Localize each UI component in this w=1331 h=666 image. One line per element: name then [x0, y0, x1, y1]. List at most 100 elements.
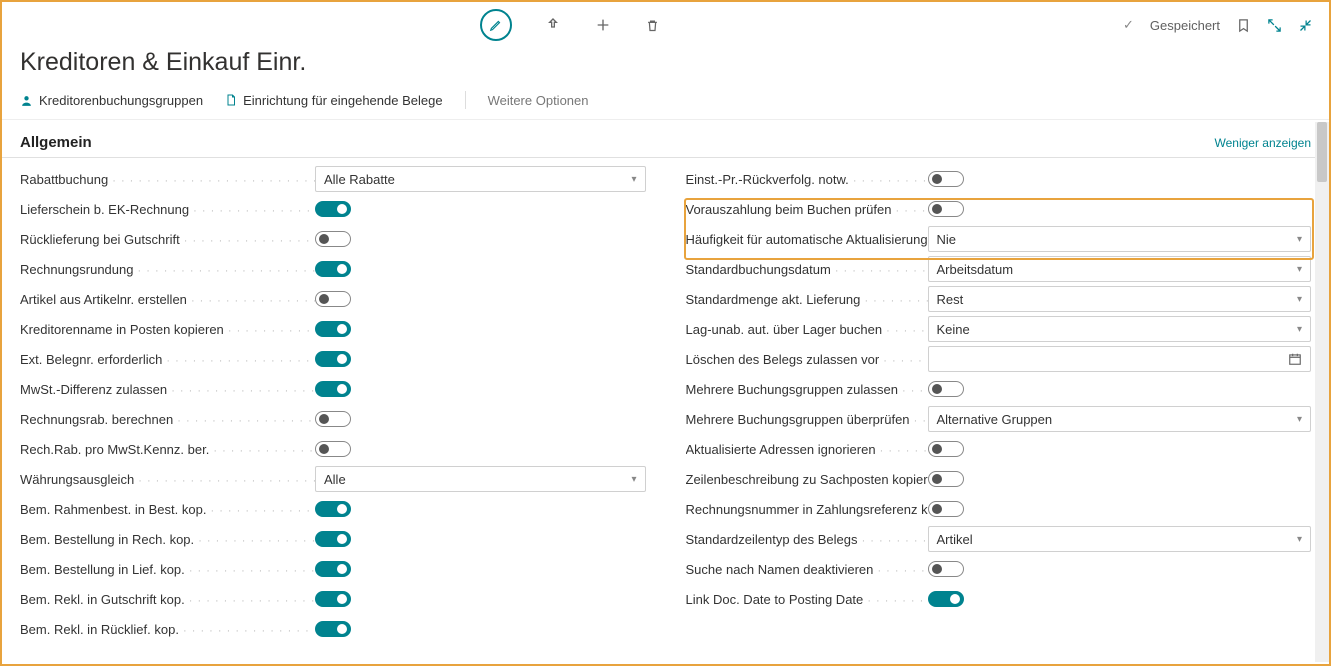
- select-auto-update-freq[interactable]: Nie ▾: [928, 226, 1312, 252]
- chevron-down-icon: ▾: [1297, 294, 1302, 305]
- document-icon: [225, 93, 237, 107]
- field-std-buchungsdatum: Standardbuchungsdatum Arbeitsdatum ▾: [686, 254, 1312, 284]
- toggle-akt-adressen-ign[interactable]: [928, 441, 964, 457]
- select-rabattbuchung[interactable]: Alle Rabatte ▾: [315, 166, 646, 192]
- form-column-right: Einst.-Pr.-Rückverfolg. notw. Vorauszahl…: [686, 164, 1312, 644]
- toggle-rechnr-zahlref[interactable]: [928, 501, 964, 517]
- select-std-zeilentyp[interactable]: Artikel ▾: [928, 526, 1312, 552]
- toggle-einstpr-rueckverfolg[interactable]: [928, 171, 964, 187]
- field-std-zeilentyp: Standardzeilentyp des Belegs Artikel ▾: [686, 524, 1312, 554]
- toggle-rahmenbest[interactable]: [315, 501, 351, 517]
- select-waehrungsausgleich[interactable]: Alle ▾: [315, 466, 646, 492]
- field-label: Rabattbuchung: [20, 172, 108, 187]
- popout-button[interactable]: [1267, 18, 1282, 33]
- select-mehrere-bg-pruefen[interactable]: Alternative Gruppen ▾: [928, 406, 1312, 432]
- field-label: Löschen des Belegs zulassen vor: [686, 352, 880, 367]
- toggle-ruecklieferung[interactable]: [315, 231, 351, 247]
- person-icon: [20, 94, 33, 107]
- toggle-best-rech[interactable]: [315, 531, 351, 547]
- field-label: Bem. Rekl. in Rücklief. kop.: [20, 622, 179, 637]
- input-loeschen-vor[interactable]: [928, 346, 1312, 372]
- field-label: Zeilenbeschreibung zu Sachposten kopiere…: [686, 472, 928, 487]
- field-waehrungsausgleich: Währungsausgleich Alle ▾: [20, 464, 646, 494]
- field-label: Bem. Bestellung in Lief. kop.: [20, 562, 185, 577]
- field-label: Ext. Belegnr. erforderlich: [20, 352, 162, 367]
- action-more-options[interactable]: Weitere Optionen: [488, 93, 589, 108]
- top-center-icons: [480, 9, 662, 41]
- field-lag-unab-aut: Lag-unab. aut. über Lager buchen Keine ▾: [686, 314, 1312, 344]
- form-column-left: Rabattbuchung Alle Rabatte ▾ Lieferschei…: [20, 164, 646, 644]
- show-less-link[interactable]: Weniger anzeigen: [1214, 136, 1311, 150]
- field-label: Aktualisierte Adressen ignorieren: [686, 442, 876, 457]
- field-auto-update-freq: Häufigkeit für automatische Aktualisieru…: [686, 224, 1312, 254]
- toggle-link-doc-date[interactable]: [928, 591, 964, 607]
- delete-button[interactable]: [644, 16, 662, 34]
- field-mehrere-bg-pruefen: Mehrere Buchungsgruppen überprüfen Alter…: [686, 404, 1312, 434]
- toggle-kreditorenname[interactable]: [315, 321, 351, 337]
- field-label: Einst.-Pr.-Rückverfolg. notw.: [686, 172, 849, 187]
- toggle-vorauszahlung[interactable]: [928, 201, 964, 217]
- action-vendor-posting-groups[interactable]: Kreditorenbuchungsgruppen: [20, 93, 203, 108]
- bookmark-icon: [1236, 18, 1251, 33]
- share-button[interactable]: [544, 16, 562, 34]
- collapse-button[interactable]: [1298, 18, 1313, 33]
- field-label: Rechnungsrab. berechnen: [20, 412, 173, 427]
- field-label: Rechnungsnummer in Zahlungsreferenz kopi…: [686, 502, 928, 517]
- section-title: Allgemein: [20, 134, 92, 151]
- field-loeschen-vor: Löschen des Belegs zulassen vor: [686, 344, 1312, 374]
- field-label: Standardbuchungsdatum: [686, 262, 831, 277]
- toggle-lieferschein-ek[interactable]: [315, 201, 351, 217]
- select-value: Artikel: [937, 532, 973, 547]
- top-right-controls: ✓ Gespeichert: [1123, 17, 1313, 33]
- new-button[interactable]: [594, 16, 612, 34]
- toggle-rekl-gutschrift[interactable]: [315, 591, 351, 607]
- field-rabattbuchung: Rabattbuchung Alle Rabatte ▾: [20, 164, 646, 194]
- collapse-icon: [1298, 18, 1313, 33]
- toggle-ext-belegnr[interactable]: [315, 351, 351, 367]
- edit-button[interactable]: [480, 9, 512, 41]
- app-window: ✓ Gespeichert Kreditoren & Einkauf Einr.: [0, 0, 1331, 666]
- scrollbar-thumb[interactable]: [1317, 122, 1327, 182]
- field-label: Standardzeilentyp des Belegs: [686, 532, 858, 547]
- field-label: Mehrere Buchungsgruppen zulassen: [686, 382, 898, 397]
- toggle-suche-namen-deakt[interactable]: [928, 561, 964, 577]
- toggle-rechrab-mwst[interactable]: [315, 441, 351, 457]
- field-label: Rech.Rab. pro MwSt.Kennz. ber.: [20, 442, 209, 457]
- saved-status: Gespeichert: [1150, 18, 1220, 33]
- field-label: Bem. Bestellung in Rech. kop.: [20, 532, 194, 547]
- field-label: Artikel aus Artikelnr. erstellen: [20, 292, 187, 307]
- field-label: Link Doc. Date to Posting Date: [686, 592, 864, 607]
- select-lag-unab-aut[interactable]: Keine ▾: [928, 316, 1312, 342]
- field-label: Rechnungsrundung: [20, 262, 133, 277]
- toggle-mehrere-bg-zulassen[interactable]: [928, 381, 964, 397]
- field-label: Rücklieferung bei Gutschrift: [20, 232, 180, 247]
- plus-icon: [595, 17, 611, 33]
- select-value: Nie: [937, 232, 957, 247]
- select-std-menge-akt[interactable]: Rest ▾: [928, 286, 1312, 312]
- toggle-artikel-aus-nr[interactable]: [315, 291, 351, 307]
- chevron-down-icon: ▾: [1297, 324, 1302, 335]
- toggle-mwst-differenz[interactable]: [315, 381, 351, 397]
- bookmark-button[interactable]: [1236, 18, 1251, 33]
- action-incoming-docs-setup[interactable]: Einrichtung für eingehende Belege: [225, 93, 442, 108]
- field-label: Kreditorenname in Posten kopieren: [20, 322, 224, 337]
- select-std-buchungsdatum[interactable]: Arbeitsdatum ▾: [928, 256, 1312, 282]
- select-value: Alternative Gruppen: [937, 412, 1053, 427]
- select-value: Keine: [937, 322, 970, 337]
- chevron-down-icon: ▾: [1297, 534, 1302, 545]
- toggle-rechnungsrab[interactable]: [315, 411, 351, 427]
- field-label: Häufigkeit für automatische Aktualisieru…: [686, 232, 928, 247]
- chevron-down-icon: ▾: [631, 174, 636, 185]
- field-label: MwSt.-Differenz zulassen: [20, 382, 167, 397]
- form-columns: Rabattbuchung Alle Rabatte ▾ Lieferschei…: [2, 164, 1329, 644]
- calendar-icon[interactable]: [1288, 352, 1302, 366]
- toggle-rekl-ruecklief[interactable]: [315, 621, 351, 637]
- toggle-zeilenbeschr[interactable]: [928, 471, 964, 487]
- chevron-down-icon: ▾: [631, 474, 636, 485]
- chevron-down-icon: ▾: [1297, 234, 1302, 245]
- scrollbar[interactable]: [1315, 122, 1329, 662]
- check-icon: ✓: [1123, 17, 1134, 33]
- toggle-best-lief[interactable]: [315, 561, 351, 577]
- toggle-rechnungsrundung[interactable]: [315, 261, 351, 277]
- action-label: Weitere Optionen: [488, 93, 589, 108]
